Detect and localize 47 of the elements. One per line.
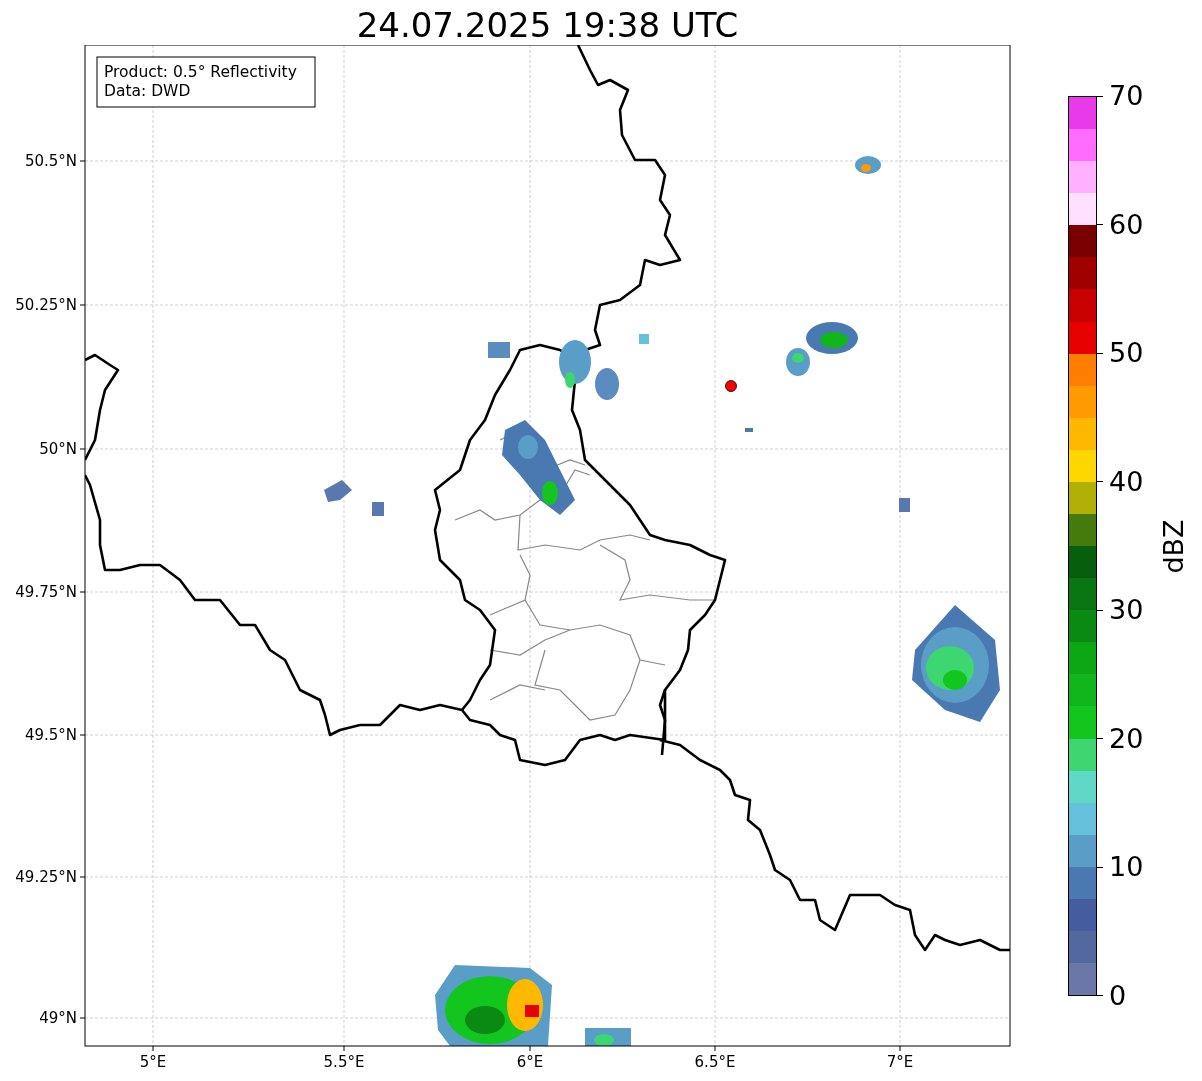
tick-mark: [79, 734, 86, 736]
radar-echo: [899, 498, 910, 512]
tick-label: 60: [1109, 209, 1144, 240]
longitude-label: 5.5°E: [323, 1053, 365, 1071]
tick-mark: [79, 1017, 86, 1019]
latitude-label: 49.5°N: [24, 726, 77, 744]
latitude-label: 50.25°N: [15, 296, 77, 314]
radar-echo: [639, 334, 649, 344]
tick-label: 50: [1109, 338, 1144, 369]
tick-label: 10: [1109, 852, 1144, 883]
radar-echo: [585, 1028, 631, 1046]
info-text: Product: 0.5° Reflectivity: [104, 63, 297, 81]
radar-echo: [855, 156, 881, 174]
longitude-label: 5°E: [139, 1053, 167, 1071]
tick-mark: [79, 448, 86, 450]
location-marker: [725, 380, 737, 392]
tick-mark: [899, 1045, 901, 1052]
longitude-label: 7°E: [886, 1053, 914, 1071]
axis-label: dBZ: [1157, 518, 1189, 574]
radar-echo: [324, 480, 352, 502]
radar-echo: [559, 340, 591, 388]
tick-mark: [529, 1045, 531, 1052]
radar-echo: [595, 368, 619, 400]
latitude-label: 49°N: [39, 1009, 77, 1027]
tick-label: 40: [1109, 466, 1144, 497]
latitude-label: 49.25°N: [15, 868, 77, 886]
tick-label: 70: [1109, 81, 1144, 111]
longitude-label: 6°E: [516, 1053, 544, 1071]
tick-label: 30: [1109, 595, 1144, 626]
longitude-label: 6.5°E: [694, 1053, 736, 1071]
tick-mark: [79, 876, 86, 878]
tick-mark: [79, 304, 86, 306]
radar-echo: [745, 428, 753, 432]
latitude-label: 50°N: [39, 440, 77, 458]
tick-mark: [79, 591, 86, 593]
tick-label: 20: [1109, 723, 1144, 754]
radar-echo: [488, 342, 510, 358]
latitude-label: 49.75°N: [15, 583, 77, 601]
tick-mark: [714, 1045, 716, 1052]
tick-mark: [152, 1045, 154, 1052]
tick-mark: [79, 160, 86, 162]
radar-echo: [372, 502, 384, 516]
plot-title: 24.07.2025 19:38 UTC: [355, 4, 740, 45]
info-text: Data: DWD: [104, 82, 191, 100]
latitude-label: 50.5°N: [24, 152, 77, 170]
tick-label: 0: [1109, 980, 1127, 1011]
tick-mark: [343, 1045, 345, 1052]
